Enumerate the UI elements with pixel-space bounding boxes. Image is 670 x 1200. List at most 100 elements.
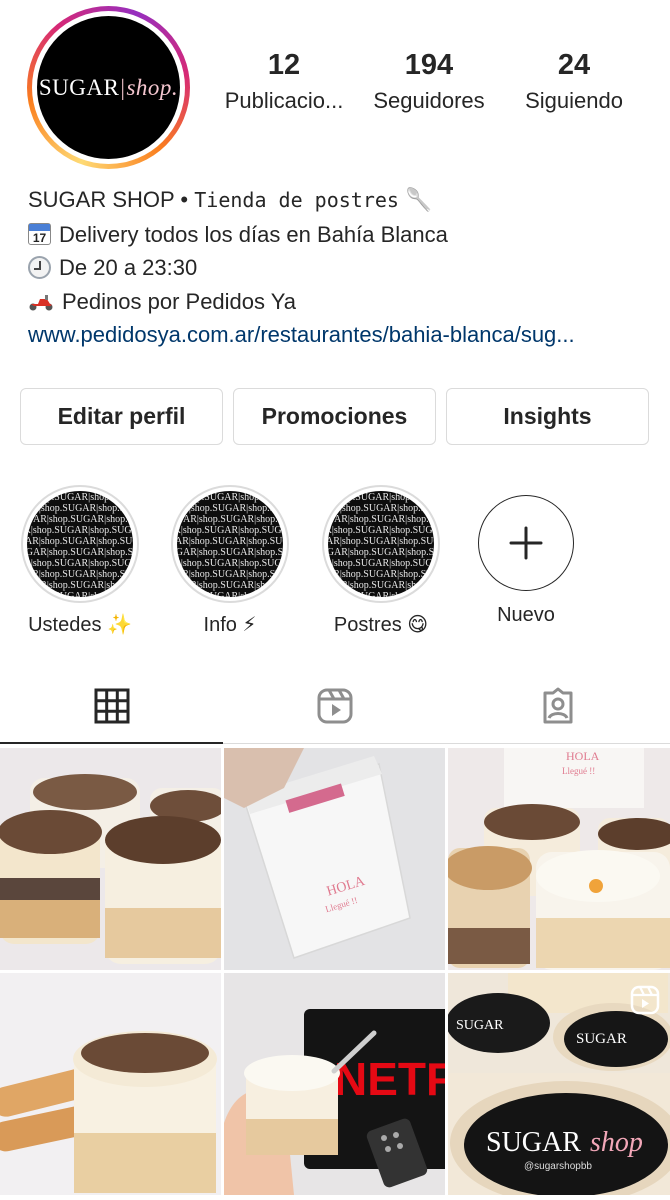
highlight-pattern-row: SUGAR|shop.SUGAR|shop.SUGAR|shop.SUGAR|s…	[328, 492, 434, 503]
highlight-pattern-row: SUGAR|shop.SUGAR|shop.SUGAR|shop.SUGAR|s…	[177, 492, 283, 503]
bio-line-hours: De 20 a 23:30	[28, 251, 648, 285]
stat-followers[interactable]: 194 Seguidores	[354, 49, 504, 114]
highlight-label: Ustedes ✨	[28, 614, 132, 636]
tab-posts-grid[interactable]	[0, 668, 224, 744]
bio-website-link[interactable]: www.pedidosya.com.ar/restaurantes/bahia-…	[28, 318, 648, 352]
highlight-pattern-row: SUGAR|shop.SUGAR|shop.SUGAR|shop.SUGAR|s…	[27, 580, 133, 591]
highlight-pattern-row: SUGAR|shop.SUGAR|shop.SUGAR|shop.SUGAR|s…	[177, 536, 283, 547]
highlight-pattern-row: SUGAR|shop.SUGAR|shop.SUGAR|shop.SUGAR|s…	[328, 580, 434, 591]
highlight-pattern: SUGAR|shop.SUGAR|shop.SUGAR|shop.SUGAR|s…	[177, 492, 283, 597]
post-image-dessert-cups: HOLA Llegué !!	[448, 748, 670, 970]
profile-logo-right: shop.	[126, 74, 179, 100]
stat-posts-number: 12	[267, 49, 301, 81]
profile-avatar[interactable]: SUGAR|shop.	[37, 16, 180, 159]
highlight-pattern-row: SUGAR|shop.SUGAR|shop.SUGAR|shop.SUGAR|s…	[27, 558, 133, 569]
highlight-ring: SUGAR|shop.SUGAR|shop.SUGAR|shop.SUGAR|s…	[322, 485, 440, 603]
highlight-pattern-row: SUGAR|shop.SUGAR|shop.SUGAR|shop.SUGAR|s…	[328, 569, 434, 580]
profile-logo-left: SUGAR	[38, 74, 120, 100]
tab-reels[interactable]	[223, 668, 446, 743]
tagged-icon	[543, 687, 573, 723]
highlight-pattern-row: SUGAR|shop.SUGAR|shop.SUGAR|shop.SUGAR|s…	[328, 503, 434, 514]
stat-followers-number: 194	[404, 49, 454, 81]
highlight-pattern-row: SUGAR|shop.SUGAR|shop.SUGAR|shop.SUGAR|s…	[177, 591, 283, 597]
highlight-ring: SUGAR|shop.SUGAR|shop.SUGAR|shop.SUGAR|s…	[171, 485, 289, 603]
bio-line-delivery: 17 Delivery todos los días en Bahía Blanc…	[28, 218, 648, 252]
highlight-pattern-row: SUGAR|shop.SUGAR|shop.SUGAR|shop.SUGAR|s…	[177, 569, 283, 580]
grid-icon	[94, 688, 130, 723]
highlight-new-label: Nuevo	[497, 604, 555, 626]
post-thumbnail[interactable]: HOLA Llegué !!	[448, 748, 670, 970]
highlight-pattern-row: SUGAR|shop.SUGAR|shop.SUGAR|shop.SUGAR|s…	[177, 558, 283, 569]
post-thumbnail[interactable]: HOLA Llegué !!	[224, 748, 445, 970]
highlight-pattern-row: SUGAR|shop.SUGAR|shop.SUGAR|shop.SUGAR|s…	[27, 569, 133, 580]
post-thumbnail[interactable]	[0, 973, 221, 1195]
stat-following-number: 24	[557, 49, 591, 81]
post-thumbnail[interactable]: SUGAR SUGAR SUGAR shop @sugarshopbb	[448, 973, 670, 1195]
highlight-ring: SUGAR|shop.SUGAR|shop.SUGAR|shop.SUGAR|s…	[21, 485, 139, 603]
highlight-pattern-row: SUGAR|shop.SUGAR|shop.SUGAR|shop.SUGAR|s…	[328, 536, 434, 547]
lid-handle: @sugarshopbb	[524, 1161, 592, 1172]
highlight-ustedes[interactable]: SUGAR|shop.SUGAR|shop.SUGAR|shop.SUGAR|s…	[21, 485, 139, 637]
clock-icon	[28, 256, 51, 279]
profile-logo: SUGAR|shop.	[39, 75, 178, 101]
stat-posts[interactable]: 12 Publicacio...	[209, 49, 359, 114]
highlight-new[interactable]: Nuevo	[467, 485, 585, 627]
highlight-pattern-row: SUGAR|shop.SUGAR|shop.SUGAR|shop.SUGAR|s…	[328, 591, 434, 597]
new-highlight-button[interactable]	[478, 495, 574, 591]
stat-following[interactable]: 24 Siguiendo	[499, 49, 649, 114]
scooter-icon	[29, 294, 53, 310]
profile-avatar-ring[interactable]: SUGAR|shop.	[27, 6, 190, 169]
highlight-pattern-row: SUGAR|shop.SUGAR|shop.SUGAR|shop.SUGAR|s…	[328, 558, 434, 569]
promotions-button[interactable]: Promociones	[233, 388, 436, 445]
profile-name: SUGAR SHOP	[28, 187, 175, 212]
posts-grid: HOLA Llegué !! HOLA Llegué !! NETF SUGAR…	[0, 748, 670, 1195]
stat-followers-label: Seguidores	[373, 87, 485, 113]
post-image-netflix: NETF	[224, 973, 445, 1195]
highlight-pattern-row: SUGAR|shop.SUGAR|shop.SUGAR|shop.SUGAR|s…	[328, 514, 434, 525]
bio-separator: •	[174, 187, 195, 212]
highlight-pattern-row: SUGAR|shop.SUGAR|shop.SUGAR|shop.SUGAR|s…	[27, 503, 133, 514]
insights-button[interactable]: Insights	[446, 388, 649, 445]
highlight-cover: SUGAR|shop.SUGAR|shop.SUGAR|shop.SUGAR|s…	[328, 491, 434, 597]
highlight-pattern-row: SUGAR|shop.SUGAR|shop.SUGAR|shop.SUGAR|s…	[328, 547, 434, 558]
highlight-info[interactable]: SUGAR|shop.SUGAR|shop.SUGAR|shop.SUGAR|s…	[171, 485, 289, 637]
bio-delivery-text: Delivery todos los días en Bahía Blanca	[59, 221, 448, 247]
card-text-llegue: Llegué !!	[562, 766, 595, 776]
highlight-pattern: SUGAR|shop.SUGAR|shop.SUGAR|shop.SUGAR|s…	[328, 492, 434, 597]
stat-posts-label: Publicacio...	[224, 87, 344, 113]
post-image-tiramisu-ladyfingers	[0, 973, 221, 1195]
tv-netflix-text: NETF	[334, 1053, 445, 1105]
highlight-pattern-row: SUGAR|shop.SUGAR|shop.SUGAR|shop.SUGAR|s…	[27, 591, 133, 597]
bio-order-text: Pedinos por Pedidos Ya	[62, 288, 297, 314]
lid-text-1: SUGAR	[456, 1018, 504, 1033]
highlight-cover: SUGAR|shop.SUGAR|shop.SUGAR|shop.SUGAR|s…	[27, 491, 133, 597]
highlight-pattern-row: SUGAR|shop.SUGAR|shop.SUGAR|shop.SUGAR|s…	[177, 503, 283, 514]
lid-text-main: SUGAR	[486, 1127, 581, 1158]
profile-avatar-gap: SUGAR|shop.	[32, 11, 185, 164]
profile-bio: SUGAR SHOP • Tienda de postres 🥄 17 Deliv…	[28, 183, 648, 352]
stat-following-label: Siguiendo	[525, 87, 623, 113]
edit-profile-button[interactable]: Editar perfil	[20, 388, 223, 445]
highlight-pattern-row: SUGAR|shop.SUGAR|shop.SUGAR|shop.SUGAR|s…	[27, 492, 133, 503]
tab-tagged[interactable]	[447, 668, 670, 743]
highlight-label: Info ⚡	[203, 614, 257, 636]
profile-tabs	[0, 668, 670, 744]
calendar-day: 17	[32, 230, 47, 245]
lid-text-shop: shop	[590, 1127, 643, 1158]
highlight-pattern-row: SUGAR|shop.SUGAR|shop.SUGAR|shop.SUGAR|s…	[177, 525, 283, 536]
highlight-pattern: SUGAR|shop.SUGAR|shop.SUGAR|shop.SUGAR|s…	[27, 492, 133, 597]
spoon-emoji: 🥄	[405, 187, 433, 212]
highlight-cover: SUGAR|shop.SUGAR|shop.SUGAR|shop.SUGAR|s…	[177, 491, 283, 597]
reels-icon	[317, 688, 353, 723]
card-text-hola: HOLA	[566, 749, 600, 763]
post-thumbnail[interactable]: NETF	[224, 973, 445, 1195]
highlight-pattern-row: SUGAR|shop.SUGAR|shop.SUGAR|shop.SUGAR|s…	[27, 525, 133, 536]
highlight-postres[interactable]: SUGAR|shop.SUGAR|shop.SUGAR|shop.SUGAR|s…	[322, 485, 440, 637]
post-thumbnail[interactable]	[0, 748, 221, 970]
highlight-pattern-row: SUGAR|shop.SUGAR|shop.SUGAR|shop.SUGAR|s…	[27, 547, 133, 558]
highlight-pattern-row: SUGAR|shop.SUGAR|shop.SUGAR|shop.SUGAR|s…	[177, 547, 283, 558]
profile-category: Tienda de postres	[194, 188, 399, 212]
post-image-paper-bag: HOLA Llegué !!	[224, 748, 445, 970]
highlight-pattern-row: SUGAR|shop.SUGAR|shop.SUGAR|shop.SUGAR|s…	[328, 525, 434, 536]
bio-hours-text: De 20 a 23:30	[59, 255, 198, 280]
